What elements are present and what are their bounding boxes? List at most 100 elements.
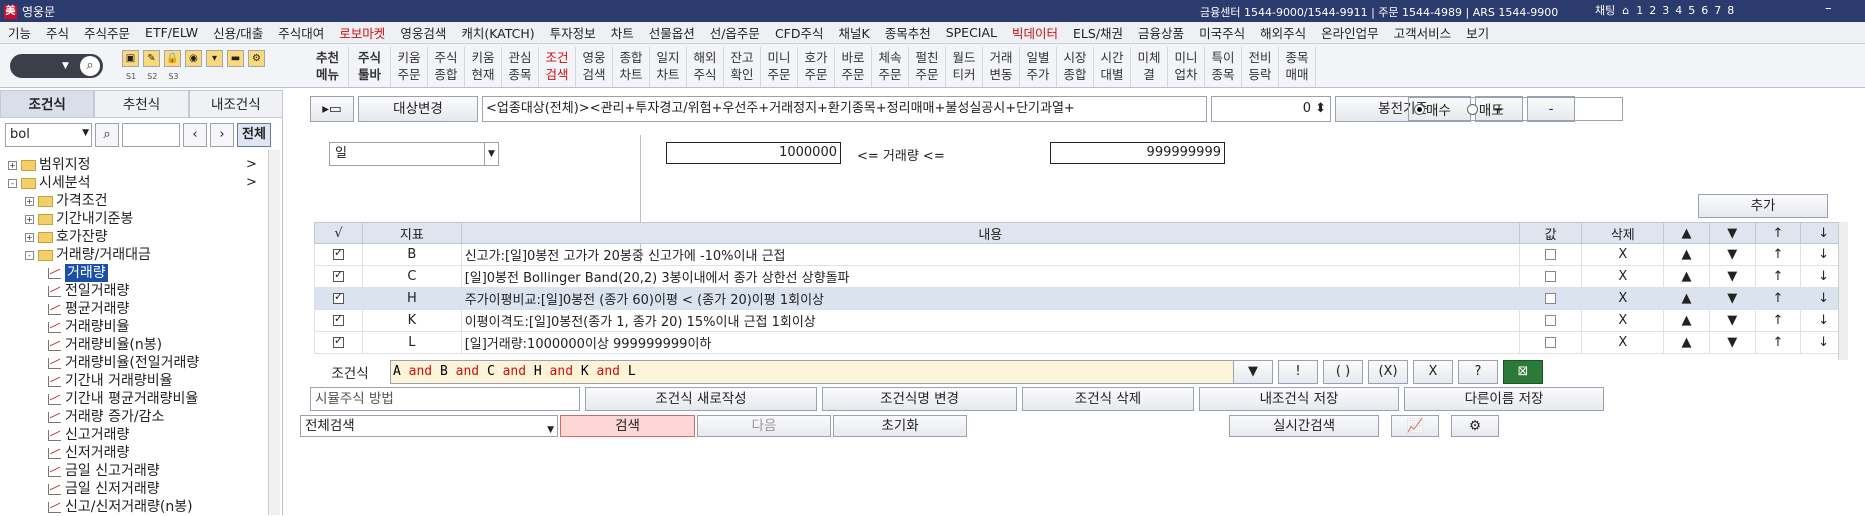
volume-min-input[interactable]: 1000000: [666, 142, 841, 164]
tree-item[interactable]: 거래량비율(n봉): [8, 336, 199, 354]
tree-item[interactable]: - 거래량/거래대금: [8, 246, 199, 264]
toolbar-button[interactable]: 잔고 확인: [724, 47, 761, 87]
toolbar-button[interactable]: 미체 결: [1131, 47, 1168, 87]
page-6[interactable]: 6: [1701, 4, 1708, 17]
menu-item[interactable]: 금융상품: [1138, 23, 1184, 42]
row-check-cell[interactable]: [313, 243, 364, 266]
tree-item[interactable]: + 호가잔량: [8, 228, 199, 246]
rename-condition-button[interactable]: 조건식명 변경: [822, 387, 1017, 411]
checkbox[interactable]: [333, 290, 345, 304]
edit-icon[interactable]: ✎: [143, 50, 160, 67]
page-8[interactable]: 8: [1727, 4, 1734, 17]
chevron-right-icon[interactable]: >: [246, 156, 257, 174]
screen-icon[interactable]: ◉: [185, 50, 202, 67]
menu-item[interactable]: 종목추천: [885, 23, 931, 42]
menu-item[interactable]: 해외주식: [1260, 23, 1306, 42]
tree-item[interactable]: 거래량 증가/감소: [8, 408, 199, 426]
toolbar-button[interactable]: 일별 주가: [1020, 47, 1057, 87]
tree-item[interactable]: 거래량: [8, 264, 199, 282]
toolbar-button[interactable]: 미니 업차: [1168, 47, 1205, 87]
move-top-icon[interactable]: ↑: [1754, 243, 1802, 266]
value-checkbox[interactable]: [1545, 271, 1557, 282]
move-top-icon[interactable]: ↑: [1754, 331, 1802, 354]
value-checkbox[interactable]: [1545, 293, 1557, 304]
gear-icon[interactable]: ⚙: [248, 50, 265, 67]
search-icon[interactable]: ⌕: [80, 56, 100, 76]
toolbar-button[interactable]: 추천 메뉴: [307, 47, 349, 87]
expand-icon[interactable]: -: [8, 178, 17, 188]
slot-label[interactable]: S1: [126, 72, 136, 81]
value-cell[interactable]: [1518, 331, 1583, 354]
formula-button[interactable]: (X): [1368, 360, 1408, 384]
toolbar-button[interactable]: 영웅 검색: [576, 47, 613, 87]
formula-button[interactable]: ▼: [1233, 360, 1273, 384]
settings-icon[interactable]: ⚙: [1451, 415, 1499, 437]
toolbar-button[interactable]: 거래 변동: [983, 47, 1020, 87]
page-3[interactable]: 3: [1662, 4, 1669, 17]
move-up-icon[interactable]: ▲: [1663, 331, 1710, 354]
search-scope-select[interactable]: 전체검색: [300, 415, 558, 440]
condition-name-input[interactable]: 시뮬주식 방법: [310, 387, 580, 411]
move-up-icon[interactable]: ▲: [1663, 265, 1710, 288]
menu-item[interactable]: ELS/채권: [1073, 23, 1123, 42]
expand-icon[interactable]: -: [25, 250, 34, 260]
row-check-cell[interactable]: [313, 331, 364, 354]
toolbar-button[interactable]: 주식 툴바: [349, 47, 391, 87]
delete-button[interactable]: X: [1581, 287, 1665, 310]
tree-scrollbar[interactable]: [268, 150, 280, 515]
tree-item[interactable]: 금일 신고거래량: [8, 462, 199, 480]
value-cell[interactable]: [1518, 265, 1583, 288]
new-condition-button[interactable]: 조건식 새로작성: [585, 387, 817, 411]
grid-scrollbar[interactable]: [1838, 222, 1848, 360]
tree-item[interactable]: + 기간내기준봉: [8, 210, 199, 228]
tree-item[interactable]: 거래량비율: [8, 318, 199, 336]
menu-item[interactable]: 빅데이터: [1012, 23, 1058, 42]
menu-item[interactable]: 선/옵주문: [710, 23, 760, 42]
value-checkbox[interactable]: [1545, 315, 1557, 326]
tree-item[interactable]: 기간내 거래량비율: [8, 372, 199, 390]
volume-max-input[interactable]: 999999999: [1050, 142, 1225, 164]
menu-item[interactable]: 주식주문: [84, 23, 130, 42]
delete-button[interactable]: X: [1581, 331, 1665, 354]
dropdown-icon[interactable]: ▼: [62, 61, 69, 71]
search-button[interactable]: 검색: [560, 415, 695, 437]
lock-icon[interactable]: 🔒: [164, 50, 181, 67]
menu-item[interactable]: 온라인업무: [1321, 23, 1379, 42]
chat-button[interactable]: 채팅: [1595, 2, 1615, 18]
toolbar-button[interactable]: 종합 차트: [613, 47, 650, 87]
tree-item[interactable]: 평균거래량: [8, 300, 199, 318]
page-4[interactable]: 4: [1675, 4, 1682, 17]
row-check-cell[interactable]: [313, 265, 364, 288]
excel-export-icon[interactable]: ⊠: [1503, 360, 1543, 384]
menu-item[interactable]: 로보마켓: [339, 23, 385, 42]
toolbar-button[interactable]: 키움 주문: [391, 47, 428, 87]
minimize-icon[interactable]: –: [1825, 1, 1832, 16]
toolbar-button[interactable]: 조건 검색: [539, 47, 576, 87]
menu-item[interactable]: 고객서비스: [1394, 23, 1452, 42]
bong-offset-input[interactable]: 0 ⬍: [1211, 96, 1331, 122]
value-cell[interactable]: [1518, 309, 1583, 332]
table-row[interactable]: H주가이평비교:[일]0봉전 (종가 60)이평 < (종가 20)이평 1회이…: [313, 287, 1847, 310]
toolbar-button[interactable]: 바로 주문: [835, 47, 872, 87]
menu-item[interactable]: 보기: [1466, 23, 1489, 42]
tab-0[interactable]: 조건식: [0, 90, 95, 118]
menu-item[interactable]: CFD주식: [775, 23, 824, 42]
value-cell[interactable]: [1518, 243, 1583, 266]
toggle-panel-icon[interactable]: ▸▭: [310, 96, 354, 122]
tab-1[interactable]: 추천식: [94, 90, 189, 118]
next-arrow-icon[interactable]: ›: [210, 123, 234, 147]
menu-item[interactable]: 영웅검색: [400, 23, 446, 42]
monitor-icon[interactable]: ▬: [227, 50, 244, 67]
delete-button[interactable]: X: [1581, 309, 1665, 332]
save-my-condition-button[interactable]: 내조건식 저장: [1199, 387, 1399, 411]
tree-item[interactable]: + 범위지정 >: [8, 156, 257, 174]
row-check-cell[interactable]: [313, 287, 364, 310]
page-7[interactable]: 7: [1714, 4, 1721, 17]
table-row[interactable]: B신고가:[일]0봉전 고가가 20봉중 신고가에 -10%이내 근접X▲▼↑↓: [313, 243, 1847, 266]
move-top-icon[interactable]: ↑: [1754, 309, 1802, 332]
tree-item[interactable]: + 가격조건: [8, 192, 199, 210]
save-icon[interactable]: ▣: [122, 50, 139, 67]
tree-item[interactable]: 신저거래량: [8, 444, 199, 462]
toolbar-button[interactable]: 호가 주문: [798, 47, 835, 87]
slot-label[interactable]: S2: [147, 72, 157, 81]
